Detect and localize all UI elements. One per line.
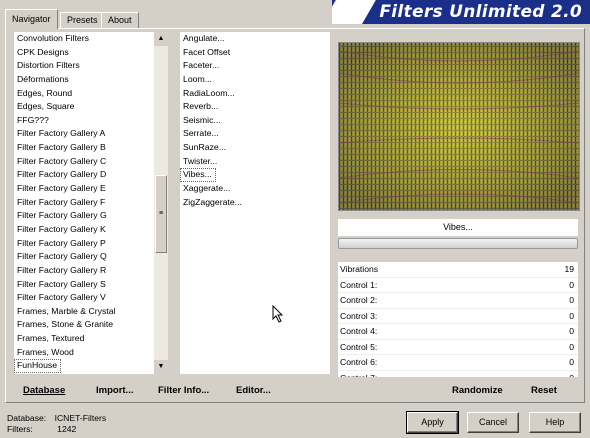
category-item[interactable]: Convolution Filters bbox=[14, 32, 154, 46]
randomize-button[interactable]: Randomize bbox=[452, 384, 503, 398]
editor-button[interactable]: Editor... bbox=[236, 384, 271, 398]
help-button[interactable]: Help bbox=[529, 412, 581, 433]
category-item[interactable]: Filter Factory Gallery F bbox=[14, 196, 154, 210]
control-label: Vibrations bbox=[340, 264, 379, 274]
filter-item[interactable]: Angulate... bbox=[180, 32, 330, 46]
filter-item[interactable]: Loom... bbox=[180, 73, 330, 87]
category-item[interactable]: Filter Factory Gallery C bbox=[14, 155, 154, 169]
filter-item[interactable]: ZigZaggerate... bbox=[180, 196, 330, 210]
filter-item[interactable]: Xaggerate... bbox=[180, 182, 330, 196]
category-item[interactable]: Filter Factory Gallery B bbox=[14, 141, 154, 155]
category-item[interactable]: FFG??? bbox=[14, 114, 154, 128]
scroll-down-icon[interactable]: ▼ bbox=[154, 360, 168, 374]
category-item[interactable]: Filter Factory Gallery R bbox=[14, 264, 154, 278]
tab-about[interactable]: About bbox=[101, 12, 139, 28]
control-value: 0 bbox=[569, 310, 574, 321]
apply-button[interactable]: Apply bbox=[406, 411, 459, 434]
banner: Filters Unlimited 2.0 bbox=[332, 0, 590, 24]
filters-count-label: Filters: bbox=[7, 424, 33, 434]
category-item[interactable]: Frames, Textured bbox=[14, 332, 154, 346]
banner-stripe bbox=[332, 0, 376, 24]
category-list[interactable]: Convolution Filters CPK Designs Distortion… bbox=[14, 32, 154, 374]
category-item[interactable]: Filter Factory Gallery G bbox=[14, 209, 154, 223]
control-row[interactable]: Control 6: 0 bbox=[338, 355, 578, 371]
category-item[interactable]: Frames, Marble & Crystal bbox=[14, 305, 154, 319]
filter-item[interactable]: Vibes... bbox=[180, 168, 216, 183]
control-label: Control 2: bbox=[340, 295, 378, 305]
preview-texture bbox=[339, 43, 579, 210]
control-row[interactable]: Control 1: 0 bbox=[338, 278, 578, 293]
progress-bar bbox=[338, 238, 578, 249]
database-info-label: Database: bbox=[7, 413, 47, 423]
control-label: Control 7: bbox=[340, 371, 377, 378]
category-item[interactable]: Filter Factory Gallery Q bbox=[14, 250, 154, 264]
category-item[interactable]: Filter Factory Gallery V bbox=[14, 291, 154, 305]
database-info: Database: ICNET-Filters bbox=[7, 413, 106, 423]
filter-item[interactable]: Faceter... bbox=[180, 59, 330, 73]
control-row[interactable]: Control 2: 0 bbox=[338, 293, 578, 309]
tab-bar: Navigator Presets About bbox=[0, 0, 340, 29]
control-value: 0 bbox=[569, 326, 574, 336]
category-item[interactable]: Distortion Filters bbox=[14, 59, 154, 73]
cancel-button[interactable]: Cancel bbox=[467, 412, 519, 433]
category-item[interactable]: Filter Factory Gallery E bbox=[14, 182, 154, 196]
preview-image bbox=[338, 42, 580, 211]
filters-count-info: Filters: 1242 bbox=[7, 424, 76, 434]
control-value: 0 bbox=[569, 357, 574, 367]
database-button[interactable]: Database bbox=[23, 384, 65, 398]
category-item[interactable]: Filter Factory Gallery D bbox=[14, 168, 154, 182]
control-label: Control 5: bbox=[340, 341, 378, 352]
category-item[interactable]: Déformations bbox=[14, 73, 154, 87]
scroll-thumb[interactable]: ≡ bbox=[155, 175, 167, 253]
database-info-value: ICNET-Filters bbox=[54, 413, 107, 423]
category-item[interactable]: Edges, Square bbox=[14, 100, 154, 114]
control-label: Control 3: bbox=[340, 310, 378, 321]
category-item[interactable]: Filter Factory Gallery P bbox=[14, 237, 154, 251]
banner-title: Filters Unlimited 2.0 bbox=[379, 2, 582, 22]
filter-info-button[interactable]: Filter Info... bbox=[158, 384, 209, 398]
control-row[interactable]: Control 5: 0 bbox=[338, 340, 578, 355]
control-label: Control 4: bbox=[340, 326, 378, 336]
control-label: Control 6: bbox=[340, 357, 378, 367]
import-button[interactable]: Import... bbox=[96, 384, 133, 398]
controls-panel[interactable]: Vibrations 19 Control 1: 0 Control 2: 0 Contro… bbox=[338, 262, 578, 377]
category-item[interactable]: Filter Factory Gallery S bbox=[14, 278, 154, 292]
control-value: 0 bbox=[569, 341, 574, 352]
filter-name-display: Vibes... bbox=[338, 219, 578, 236]
filter-item[interactable]: Facet Offset bbox=[180, 46, 330, 60]
filter-item[interactable]: RadiaLoom... bbox=[180, 87, 330, 101]
filter-list[interactable]: Angulate... Facet Offset Faceter... Loom...… bbox=[180, 32, 330, 374]
filter-item[interactable]: Serrate... bbox=[180, 127, 330, 141]
control-value: 0 bbox=[569, 295, 574, 305]
reset-button[interactable]: Reset bbox=[531, 384, 557, 398]
control-value: 0 bbox=[569, 371, 574, 378]
control-value: 19 bbox=[564, 264, 574, 274]
scroll-up-icon[interactable]: ▲ bbox=[154, 32, 168, 46]
category-item[interactable]: CPK Designs bbox=[14, 46, 154, 60]
category-item[interactable]: Frames, Wood bbox=[14, 346, 154, 360]
category-item[interactable]: Filter Factory Gallery K bbox=[14, 223, 154, 237]
mouse-cursor-icon bbox=[272, 305, 284, 323]
filter-item[interactable]: Twister... bbox=[180, 155, 330, 169]
tab-navigator[interactable]: Navigator bbox=[5, 9, 58, 29]
filter-item[interactable]: Seismic... bbox=[180, 114, 330, 128]
filter-item[interactable]: Reverb... bbox=[180, 100, 330, 114]
filter-item[interactable]: SunRaze... bbox=[180, 141, 330, 155]
control-row[interactable]: Vibrations 19 bbox=[338, 262, 578, 278]
category-item[interactable]: FunHouse bbox=[14, 359, 62, 374]
database-label: Database bbox=[23, 385, 66, 396]
control-value: 0 bbox=[569, 279, 574, 290]
control-row[interactable]: Control 7: 0 bbox=[338, 371, 578, 378]
filters-count-value: 1242 bbox=[57, 424, 77, 434]
control-label: Control 1: bbox=[340, 279, 378, 290]
category-scrollbar[interactable]: ▲ ≡ ▼ bbox=[154, 32, 168, 374]
category-item[interactable]: Edges, Round bbox=[14, 87, 154, 101]
category-item[interactable]: Frames, Stone & Granite bbox=[14, 318, 154, 332]
control-row[interactable]: Control 3: 0 bbox=[338, 309, 578, 324]
tab-presets[interactable]: Presets bbox=[60, 12, 105, 28]
category-item[interactable]: Filter Factory Gallery A bbox=[14, 127, 154, 141]
control-row[interactable]: Control 4: 0 bbox=[338, 324, 578, 340]
